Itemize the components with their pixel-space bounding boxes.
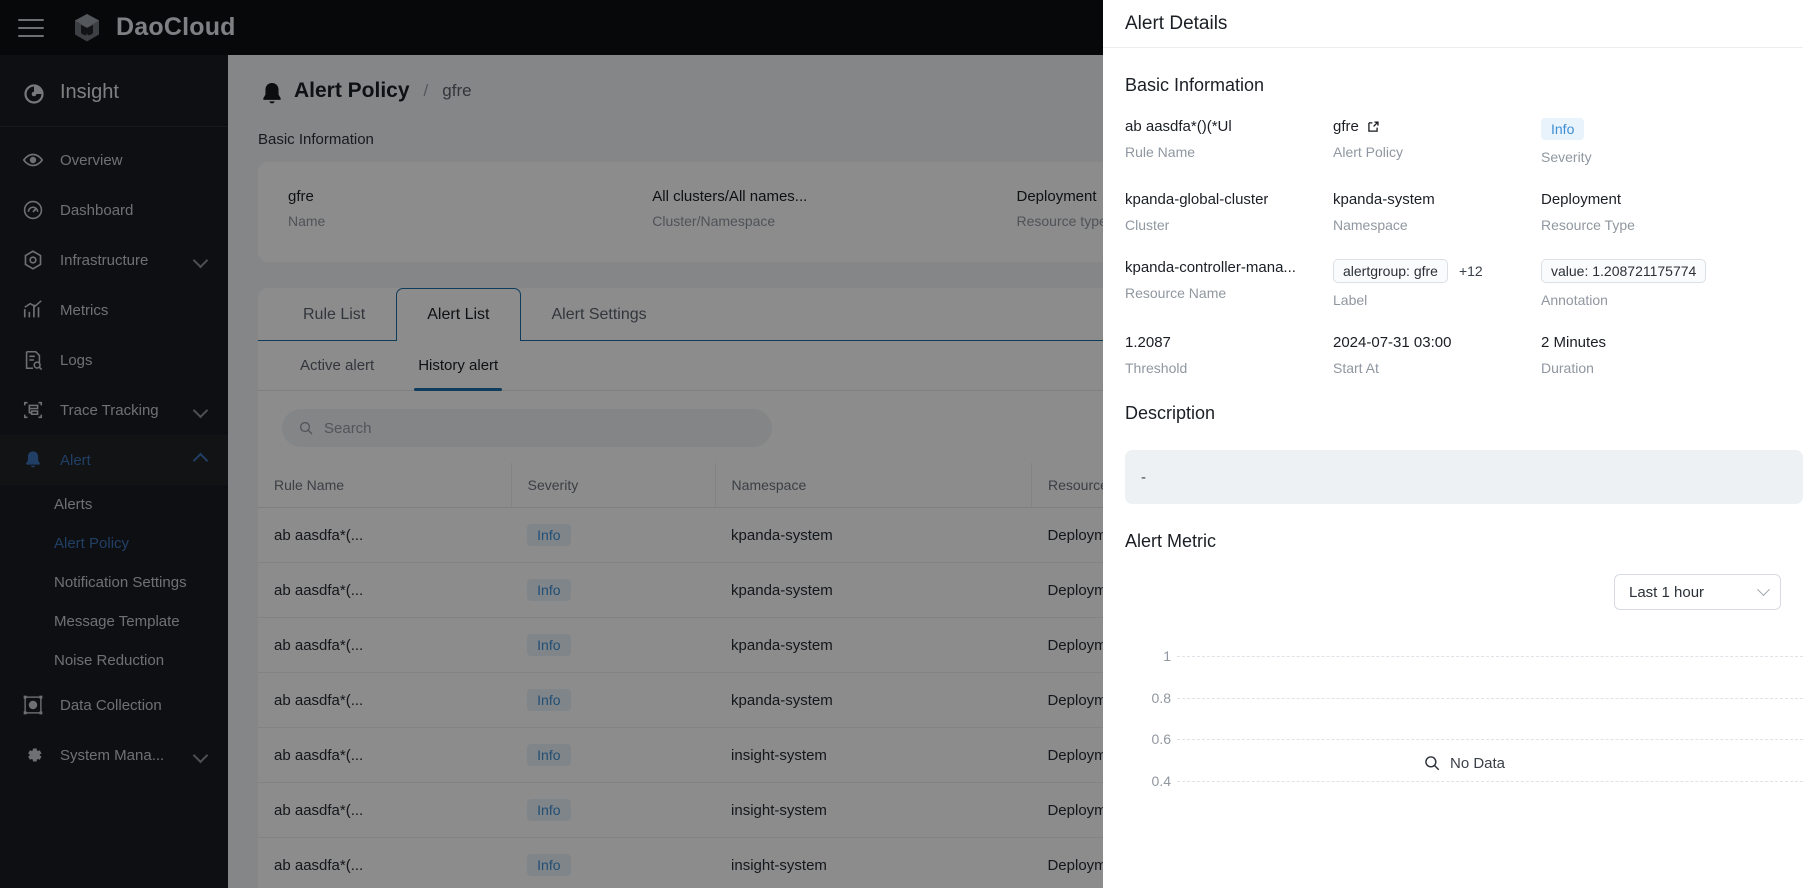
gridline [1177, 781, 1803, 782]
drawer-field-cluster: kpanda-global-cluster Cluster [1125, 191, 1333, 233]
alert-metric-title: Alert Metric [1125, 531, 1217, 551]
y-axis-tick: 0.4 [1151, 773, 1171, 789]
field-label: Annotation [1541, 292, 1608, 308]
external-link-icon[interactable] [1366, 120, 1380, 134]
drawer-field-annotation: value: 1.208721175774 Annotation [1541, 259, 1803, 308]
field-label: Namespace [1333, 217, 1408, 233]
field-value: kpanda-system [1333, 191, 1435, 208]
field-label: Label [1333, 292, 1368, 308]
gridline [1177, 656, 1803, 657]
drawer-body: Basic Information ab aasdfa*()(*Ul Rule … [1103, 48, 1803, 812]
drawer-field-alert-policy: gfre Alert Policy [1333, 118, 1541, 165]
time-range-value: Last 1 hour [1629, 583, 1705, 601]
y-axis-tick: 0.8 [1151, 690, 1171, 706]
drawer-header: Alert Details [1103, 0, 1803, 48]
field-label: Rule Name [1125, 144, 1196, 160]
empty-state: No Data [1125, 754, 1803, 772]
field-label: Alert Policy [1333, 144, 1404, 160]
label-tag[interactable]: alertgroup: gfre [1333, 259, 1448, 283]
drawer-field-start-at: 2024-07-31 03:00 Start At [1333, 334, 1541, 376]
field-label: Duration [1541, 360, 1594, 376]
field-value: kpanda-controller-mana... [1125, 259, 1296, 276]
field-value: kpanda-global-cluster [1125, 191, 1269, 208]
y-axis-tick: 0.6 [1151, 731, 1171, 747]
label-overflow-count[interactable]: +12 [1459, 263, 1483, 279]
description-title: Description [1125, 403, 1216, 423]
alert-details-drawer: Alert Details Basic Information ab aasdf… [1103, 0, 1803, 888]
search-icon [1423, 754, 1441, 772]
field-label: Resource Name [1125, 285, 1227, 301]
drawer-field-label: alertgroup: gfre +12 Label [1333, 259, 1541, 308]
field-value: Deployment [1541, 191, 1622, 208]
alert-metric-chart: 1 0.8 0.6 0.4 No Data [1125, 632, 1803, 812]
drawer-field-resource-type: Deployment Resource Type [1541, 191, 1803, 233]
field-value: 1.2087 [1125, 334, 1171, 351]
field-value[interactable]: gfre [1333, 118, 1359, 135]
drawer-field-duration: 2 Minutes Duration [1541, 334, 1803, 376]
drawer-field-resource-name: kpanda-controller-mana... Resource Name [1125, 259, 1333, 308]
empty-state-label: No Data [1449, 754, 1506, 772]
gridline [1177, 739, 1803, 740]
time-range-select[interactable]: Last 1 hour [1614, 574, 1781, 610]
drawer-field-namespace: kpanda-system Namespace [1333, 191, 1541, 233]
drawer-fields-grid: ab aasdfa*()(*Ul Rule Name gfre Alert Po… [1125, 118, 1803, 376]
drawer-basic-information-title: Basic Information [1125, 75, 1265, 95]
field-value: 2 Minutes [1541, 334, 1607, 351]
drawer-field-rule-name: ab aasdfa*()(*Ul Rule Name [1125, 118, 1333, 165]
status-badge: Info [1541, 118, 1585, 140]
drawer-field-severity: Info Severity [1541, 118, 1803, 165]
field-label: Start At [1333, 360, 1379, 376]
field-value: ab aasdfa*()(*Ul [1125, 118, 1232, 135]
y-axis-tick: 1 [1163, 648, 1171, 664]
description-value: - [1125, 450, 1803, 504]
field-label: Resource Type [1541, 217, 1635, 233]
field-value: 2024-07-31 03:00 [1333, 334, 1452, 351]
field-label: Cluster [1125, 217, 1170, 233]
field-label: Severity [1541, 149, 1592, 165]
page-title: Alert Details [1125, 12, 1228, 34]
annotation-tag[interactable]: value: 1.208721175774 [1541, 259, 1707, 283]
drawer-field-threshold: 1.2087 Threshold [1125, 334, 1333, 376]
chevron-down-icon [1757, 582, 1770, 596]
gridline [1177, 698, 1803, 699]
field-label: Threshold [1125, 360, 1188, 376]
